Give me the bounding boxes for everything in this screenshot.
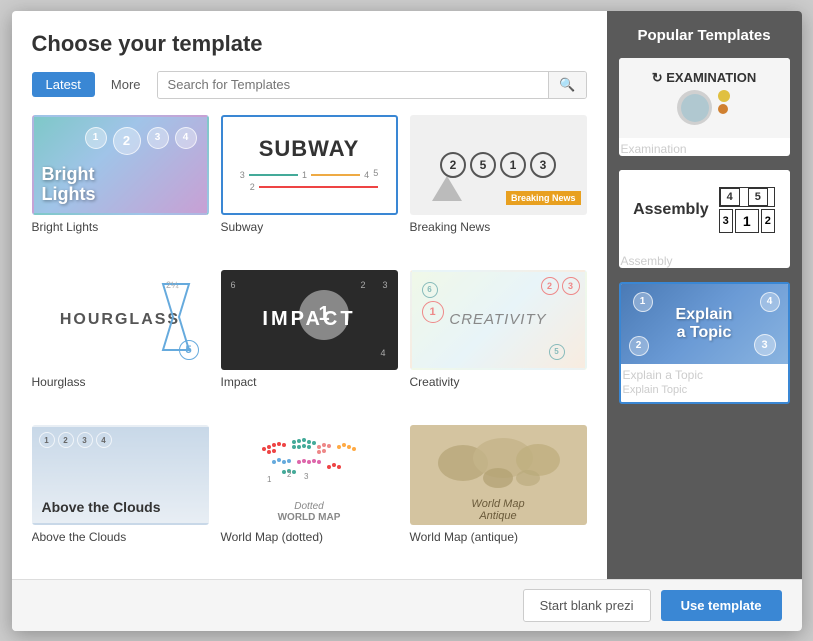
right-panel: Popular Templates ↻ EXAMINATION [607,11,802,631]
search-input[interactable] [158,72,549,97]
search-button[interactable]: 🔍 [548,72,585,98]
svg-text:1: 1 [267,475,272,484]
examination-label: Examination [619,138,790,156]
latest-button[interactable]: Latest [32,72,95,97]
world-dotted-map: 1 2 3 [239,427,379,497]
template-above-clouds[interactable]: 1 2 3 4 Above the Clouds Above the Cloud… [32,425,209,568]
modal: Choose your template Latest More 🔍 1 2 3… [12,11,802,631]
template-grid: 1 2 3 4 BrightLights Bright Lights SUBWA… [32,115,587,579]
explain-subtitle: Explain Topic [621,382,788,402]
template-world-antique[interactable]: World MapAntique World Map (antique) [410,425,587,568]
template-world-dotted[interactable]: 1 2 3 DottedWORLD MAP World Map (dotted) [221,425,398,568]
template-subway[interactable]: SUBWAY 3 1 4 5 2 [221,115,398,258]
hourglass-label: Hourglass [32,375,209,389]
toolbar: Latest More 🔍 [32,71,587,99]
template-impact[interactable]: 6 2 3 1 IMPACT 4 Impact [221,270,398,413]
impact-label: Impact [221,375,398,389]
template-breaking-news[interactable]: 2 5 1 3 Breaking News Breaking News [410,115,587,258]
popular-examination[interactable]: ↻ EXAMINATION Examination [619,58,790,156]
modal-title: Choose your template [32,31,587,57]
footer: Start blank prezi Use template [12,579,802,631]
breaking-news-label: Breaking News [410,220,587,234]
template-hourglass[interactable]: HOURGLASS 5 2¼ Hourglass [32,270,209,413]
world-antique-label: World Map (antique) [410,530,587,544]
more-button[interactable]: More [103,72,149,97]
creativity-label: Creativity [410,375,587,389]
subway-label: Subway [221,220,398,234]
explain-topic-label: Explain a Topic [621,364,788,382]
main-panel: Choose your template Latest More 🔍 1 2 3… [12,11,607,631]
search-box: 🔍 [157,71,587,99]
above-clouds-label: Above the Clouds [32,530,209,544]
popular-explain-topic[interactable]: 1 4 2 3 Explaina Topic Explain a Topic E… [619,282,790,404]
popular-title: Popular Templates [619,27,790,44]
world-antique-map [428,428,568,498]
bright-lights-label: Bright Lights [32,220,209,234]
svg-text:2: 2 [287,470,292,479]
template-creativity[interactable]: 2 3 6 1 5 CREATIVITY Creativity [410,270,587,413]
use-template-button[interactable]: Use template [661,590,782,621]
assembly-label: Assembly [619,250,790,268]
popular-assembly[interactable]: Assembly 4 5 3 1 2 Assembly [619,170,790,268]
world-dotted-label: World Map (dotted) [221,530,398,544]
template-bright-lights[interactable]: 1 2 3 4 BrightLights Bright Lights [32,115,209,258]
start-blank-button[interactable]: Start blank prezi [523,589,651,622]
svg-text:3: 3 [304,472,309,481]
